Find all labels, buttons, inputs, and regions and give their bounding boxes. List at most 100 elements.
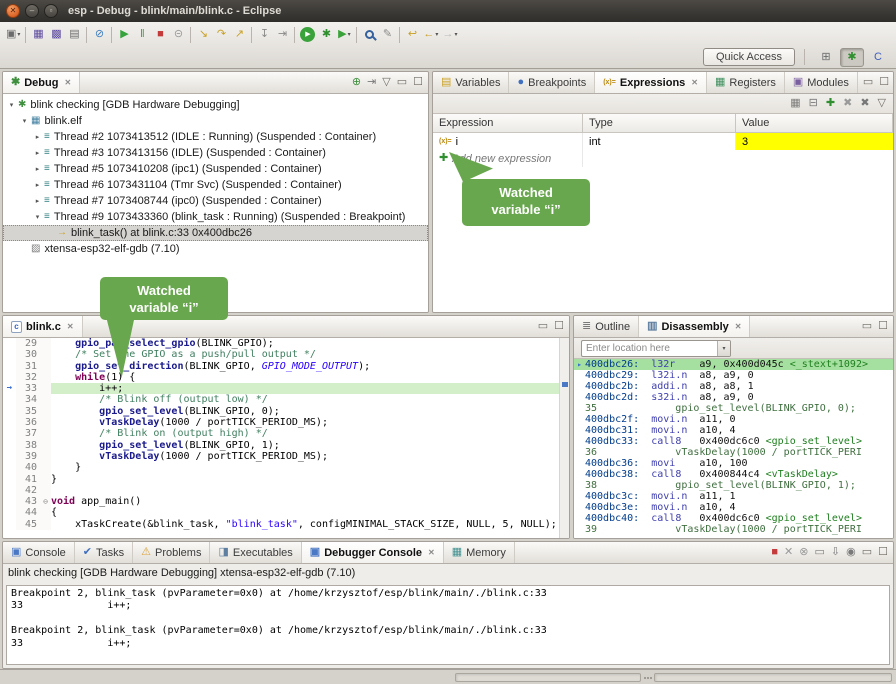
- tab-blink-c[interactable]: cblink.c✕: [3, 316, 83, 337]
- maximize-view-button[interactable]: ☐: [413, 77, 423, 88]
- instruction-stepping-button[interactable]: ⇥: [273, 25, 291, 44]
- close-tab-icon[interactable]: ✕: [64, 78, 71, 87]
- add-expression-row[interactable]: ✚Add new expression: [433, 150, 893, 167]
- remove-launch-button[interactable]: ✕: [784, 547, 793, 558]
- terminate-button[interactable]: ■: [151, 25, 169, 44]
- new-wizard-button[interactable]: ▣: [4, 25, 22, 44]
- suspend-button[interactable]: ‖: [133, 25, 151, 44]
- tab-debugger-console[interactable]: ▣Debugger Console✕: [302, 542, 444, 563]
- skip-all-breakpoints-button[interactable]: ⊘: [90, 25, 108, 44]
- tree-expander-icon[interactable]: ▾: [6, 101, 17, 109]
- overview-marker-icon[interactable]: [562, 382, 568, 387]
- tab-executables[interactable]: ◨Executables: [210, 542, 301, 563]
- tab-problems[interactable]: ⚠Problems: [133, 542, 210, 563]
- collapse-all-button[interactable]: ⊟: [809, 98, 818, 109]
- scroll-lock-button[interactable]: ⇩: [831, 547, 840, 558]
- minimize-view-button[interactable]: ▭: [538, 321, 548, 332]
- tree-expander-icon[interactable]: ▸: [32, 181, 43, 189]
- expression-row[interactable]: (x)=iint3: [433, 133, 893, 150]
- location-combo[interactable]: Enter location here ▾: [581, 340, 731, 357]
- disassembly-lines[interactable]: ▸400dbc26: l32r a9, 0x400d045c <_stext+1…: [574, 359, 893, 538]
- save-all-button[interactable]: ▩: [47, 25, 65, 44]
- close-tab-icon[interactable]: ✕: [691, 78, 698, 87]
- column-header-type[interactable]: Type: [583, 114, 736, 132]
- debug-tree-item[interactable]: ▸≡Thread #2 1073413512 (IDLE : Running) …: [3, 129, 428, 145]
- tree-expander-icon[interactable]: ▾: [19, 117, 30, 125]
- disconnect-button[interactable]: ⊝: [169, 25, 187, 44]
- chevron-down-icon[interactable]: ▾: [717, 341, 730, 356]
- drop-to-frame-button[interactable]: ↧: [255, 25, 273, 44]
- quick-access-button[interactable]: Quick Access: [703, 48, 795, 66]
- tab-tasks[interactable]: ✔Tasks: [75, 542, 133, 563]
- show-columns-button[interactable]: ▦: [790, 98, 800, 109]
- maximize-view-button[interactable]: ☐: [878, 547, 888, 558]
- open-perspective-button[interactable]: ⊞: [814, 48, 838, 67]
- close-tab-icon[interactable]: ✕: [67, 322, 74, 331]
- minimize-view-button[interactable]: ▭: [863, 77, 873, 88]
- run-button[interactable]: ▶: [298, 25, 317, 44]
- tab-breakpoints[interactable]: ●Breakpoints: [509, 72, 595, 93]
- tab-debug[interactable]: ✱Debug✕: [3, 72, 80, 93]
- debug-tree-item[interactable]: ▸≡Thread #3 1073413156 (IDLE) (Suspended…: [3, 145, 428, 161]
- maximize-view-button[interactable]: ☐: [878, 321, 888, 332]
- overview-ruler[interactable]: [559, 338, 569, 538]
- step-into-button[interactable]: ↘: [194, 25, 212, 44]
- tree-expander-icon[interactable]: ▾: [32, 213, 43, 221]
- pin-console-button[interactable]: ◉: [846, 547, 856, 558]
- column-header-expression[interactable]: Expression: [433, 114, 583, 132]
- toggle-mark-occurrences-button[interactable]: ✎: [378, 25, 396, 44]
- tab-disassembly[interactable]: ▥Disassembly✕: [639, 316, 750, 337]
- debug-tree-item[interactable]: ▸≡Thread #5 1073410208 (ipc1) (Suspended…: [3, 161, 428, 177]
- column-header-value[interactable]: Value: [736, 114, 893, 132]
- tab-expressions[interactable]: (x)=Expressions✕: [595, 72, 707, 93]
- tab-registers[interactable]: ▦Registers: [707, 72, 785, 93]
- tree-expander-icon[interactable]: ▸: [32, 133, 43, 141]
- maximize-window-button[interactable]: ▫: [44, 4, 58, 18]
- search-button[interactable]: [360, 25, 378, 44]
- tree-expander-icon[interactable]: ▸: [32, 197, 43, 205]
- debug-tree-item[interactable]: →blink_task() at blink.c:33 0x400dbc26: [3, 225, 428, 241]
- tree-expander-icon[interactable]: ▸: [32, 165, 43, 173]
- view-menu-button[interactable]: ▽: [878, 98, 886, 109]
- close-tab-icon[interactable]: ✕: [735, 322, 742, 331]
- step-over-button[interactable]: ↷: [212, 25, 230, 44]
- minimize-window-button[interactable]: –: [25, 4, 39, 18]
- minimize-view-button[interactable]: ▭: [862, 547, 872, 558]
- forward-button[interactable]: →: [440, 25, 459, 44]
- connect-process-button[interactable]: ⊕: [352, 77, 361, 88]
- debug-tree-item[interactable]: ▸≡Thread #7 1073408744 (ipc0) (Suspended…: [3, 193, 428, 209]
- debug-tree-item[interactable]: ▾▦blink.elf: [3, 113, 428, 129]
- debug-tree-item[interactable]: ▾✱blink checking [GDB Hardware Debugging…: [3, 97, 428, 113]
- maximize-view-button[interactable]: ☐: [879, 77, 889, 88]
- tab-modules[interactable]: ▣Modules: [785, 72, 858, 93]
- close-window-button[interactable]: ✕: [6, 4, 20, 18]
- save-button[interactable]: ▦: [29, 25, 47, 44]
- code-area[interactable]: 29 gpio_pad_select_gpio(BLINK_GPIO);30 /…: [3, 338, 559, 538]
- terminate-console-button[interactable]: ■: [771, 547, 778, 558]
- tab-console[interactable]: ▣Console: [3, 542, 75, 563]
- remove-all-launches-button[interactable]: ⊗: [799, 547, 808, 558]
- c-cpp-perspective-button[interactable]: C: [866, 48, 890, 67]
- resume-button[interactable]: ▶: [115, 25, 133, 44]
- debug-perspective-button[interactable]: ✱: [840, 48, 864, 67]
- console-output[interactable]: Breakpoint 2, blink_task (pvParameter=0x…: [6, 585, 890, 665]
- remove-all-expressions-button[interactable]: ✖: [860, 98, 869, 109]
- tab-variables[interactable]: ▤Variables: [433, 72, 509, 93]
- tree-expander-icon[interactable]: ▸: [32, 149, 43, 157]
- debug-tree-item[interactable]: ▾≡Thread #9 1073433360 (blink_task : Run…: [3, 209, 428, 225]
- print-button[interactable]: ▤: [65, 25, 83, 44]
- tab-memory[interactable]: ▦Memory: [444, 542, 515, 563]
- debug-tree-item[interactable]: ▸≡Thread #6 1073431104 (Tmr Svc) (Suspen…: [3, 177, 428, 193]
- step-return-button[interactable]: ↗: [230, 25, 248, 44]
- tab-outline[interactable]: ≣Outline: [574, 316, 639, 337]
- minimize-view-button[interactable]: ▭: [397, 77, 407, 88]
- view-menu-button[interactable]: ▽: [382, 77, 390, 88]
- step-filters-button[interactable]: ⇥: [367, 77, 376, 88]
- maximize-view-button[interactable]: ☐: [554, 321, 564, 332]
- back-button[interactable]: ←: [421, 25, 440, 44]
- splitter-handle[interactable]: [643, 674, 652, 681]
- external-tools-button[interactable]: ▶: [335, 25, 353, 44]
- minimize-view-button[interactable]: ▭: [862, 321, 872, 332]
- debug-button[interactable]: ✱: [317, 25, 335, 44]
- last-edit-location-button[interactable]: ↩: [403, 25, 421, 44]
